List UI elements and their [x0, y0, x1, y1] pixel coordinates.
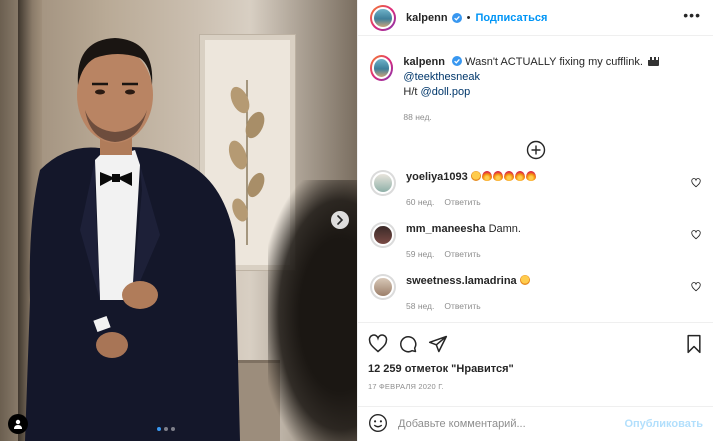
- star-struck-emoji-icon: [470, 171, 481, 181]
- likes-label: отметок "Нравится": [404, 363, 514, 375]
- comment-time[interactable]: 58 нед.: [406, 299, 434, 314]
- caption-time[interactable]: 88 нед.: [403, 112, 431, 122]
- plus-circle-icon: [526, 140, 545, 160]
- verified-badge-icon: [452, 56, 463, 66]
- carousel-dot-3: [171, 427, 175, 431]
- fire-emoji-icon: [514, 171, 525, 181]
- post-date[interactable]: 17 ФЕВРАЛЯ 2020 Г.: [368, 382, 703, 391]
- publish-button[interactable]: Опубликовать: [624, 418, 703, 430]
- comment-composer: Опубликовать: [358, 406, 713, 441]
- load-more-comments-button[interactable]: [370, 140, 701, 160]
- avatar[interactable]: [370, 274, 396, 300]
- bookmark-icon: [687, 334, 701, 354]
- avatar[interactable]: [370, 4, 396, 31]
- star-struck-emoji-icon: [519, 275, 530, 285]
- mention-link[interactable]: @doll.pop: [421, 86, 471, 98]
- comment-button[interactable]: [398, 334, 418, 354]
- caption-username[interactable]: kalpenn: [403, 56, 445, 68]
- post-header: kalpenn • Подписаться •••: [358, 0, 713, 36]
- carousel-indicator: [157, 427, 175, 431]
- next-photo-button[interactable]: [331, 211, 349, 229]
- heart-icon: [368, 334, 388, 353]
- heart-icon: [691, 178, 701, 188]
- comment-username[interactable]: mm_maneesha: [406, 223, 486, 235]
- more-options-button[interactable]: •••: [683, 7, 701, 29]
- avatar[interactable]: [370, 170, 396, 196]
- comment-text: Damn.: [488, 223, 521, 235]
- mention-link[interactable]: @teekthesneak: [403, 71, 480, 83]
- fire-emoji-icon: [525, 171, 536, 181]
- like-comment-button[interactable]: [691, 282, 701, 295]
- caption-text: Wasn't ACTUALLY fixing my cufflink.: [465, 56, 643, 68]
- heart-icon: [691, 282, 701, 292]
- comment-emojis: [470, 171, 537, 183]
- comment-item: mm_maneesha Damn. 59 нед. Ответить: [370, 222, 701, 262]
- comment-username[interactable]: yoeliya1093: [406, 171, 468, 183]
- comment-icon: [400, 336, 417, 353]
- reply-button[interactable]: Ответить: [444, 195, 480, 210]
- paper-plane-icon: [428, 335, 448, 353]
- fire-emoji-icon: [503, 171, 514, 181]
- comment-username[interactable]: sweetness.lamadrina: [406, 275, 517, 287]
- comment-time[interactable]: 59 нед.: [406, 247, 434, 262]
- like-comment-button[interactable]: [691, 178, 701, 191]
- avatar[interactable]: [370, 55, 394, 81]
- like-button[interactable]: [368, 334, 388, 354]
- avatar[interactable]: [370, 222, 396, 248]
- comment-item: yoeliya1093 60 нед. Ответить: [370, 170, 701, 210]
- action-icons: [368, 323, 703, 365]
- author-username[interactable]: kalpenn: [406, 12, 448, 24]
- save-button[interactable]: [685, 334, 703, 354]
- heart-icon: [691, 230, 701, 240]
- comments-list[interactable]: kalpenn Wasn't ACTUALLY fixing my cuffli…: [358, 37, 713, 322]
- follow-button[interactable]: Подписаться: [475, 12, 547, 24]
- photo-person: [25, 38, 240, 441]
- fire-emoji-icon: [481, 171, 492, 181]
- share-button[interactable]: [428, 334, 448, 354]
- reply-button[interactable]: Ответить: [444, 299, 480, 314]
- comment-item: sweetness.lamadrina 58 нед. Ответить: [370, 274, 701, 314]
- post-side-panel: kalpenn • Подписаться ••• kalpenn Wasn't…: [357, 0, 713, 441]
- tagged-users-button[interactable]: [8, 414, 28, 434]
- caption-hat-tip: H/t: [403, 86, 418, 98]
- post-photo[interactable]: [0, 0, 357, 441]
- carousel-dot-2: [164, 427, 168, 431]
- post-actions: 12 259 отметок "Нравится" 17 ФЕВРАЛЯ 202…: [358, 322, 713, 391]
- post-caption: kalpenn Wasn't ACTUALLY fixing my cuffli…: [370, 37, 701, 125]
- likes-number: 12 259: [368, 363, 402, 375]
- emoji-picker-button[interactable]: [368, 413, 388, 436]
- like-comment-button[interactable]: [691, 230, 701, 243]
- comment-input[interactable]: [398, 418, 625, 430]
- smiley-icon: [369, 413, 387, 432]
- likes-count[interactable]: 12 259 отметок "Нравится": [368, 363, 703, 375]
- verified-badge-icon: [451, 12, 462, 23]
- header-separator: •: [466, 11, 471, 24]
- chevron-right-icon: [337, 215, 344, 225]
- clapperboard-icon: [647, 57, 659, 66]
- comment-time[interactable]: 60 нед.: [406, 195, 434, 210]
- reply-button[interactable]: Ответить: [444, 247, 480, 262]
- carousel-dot-1: [157, 427, 161, 431]
- fire-emoji-icon: [492, 171, 503, 181]
- user-icon: [14, 419, 22, 429]
